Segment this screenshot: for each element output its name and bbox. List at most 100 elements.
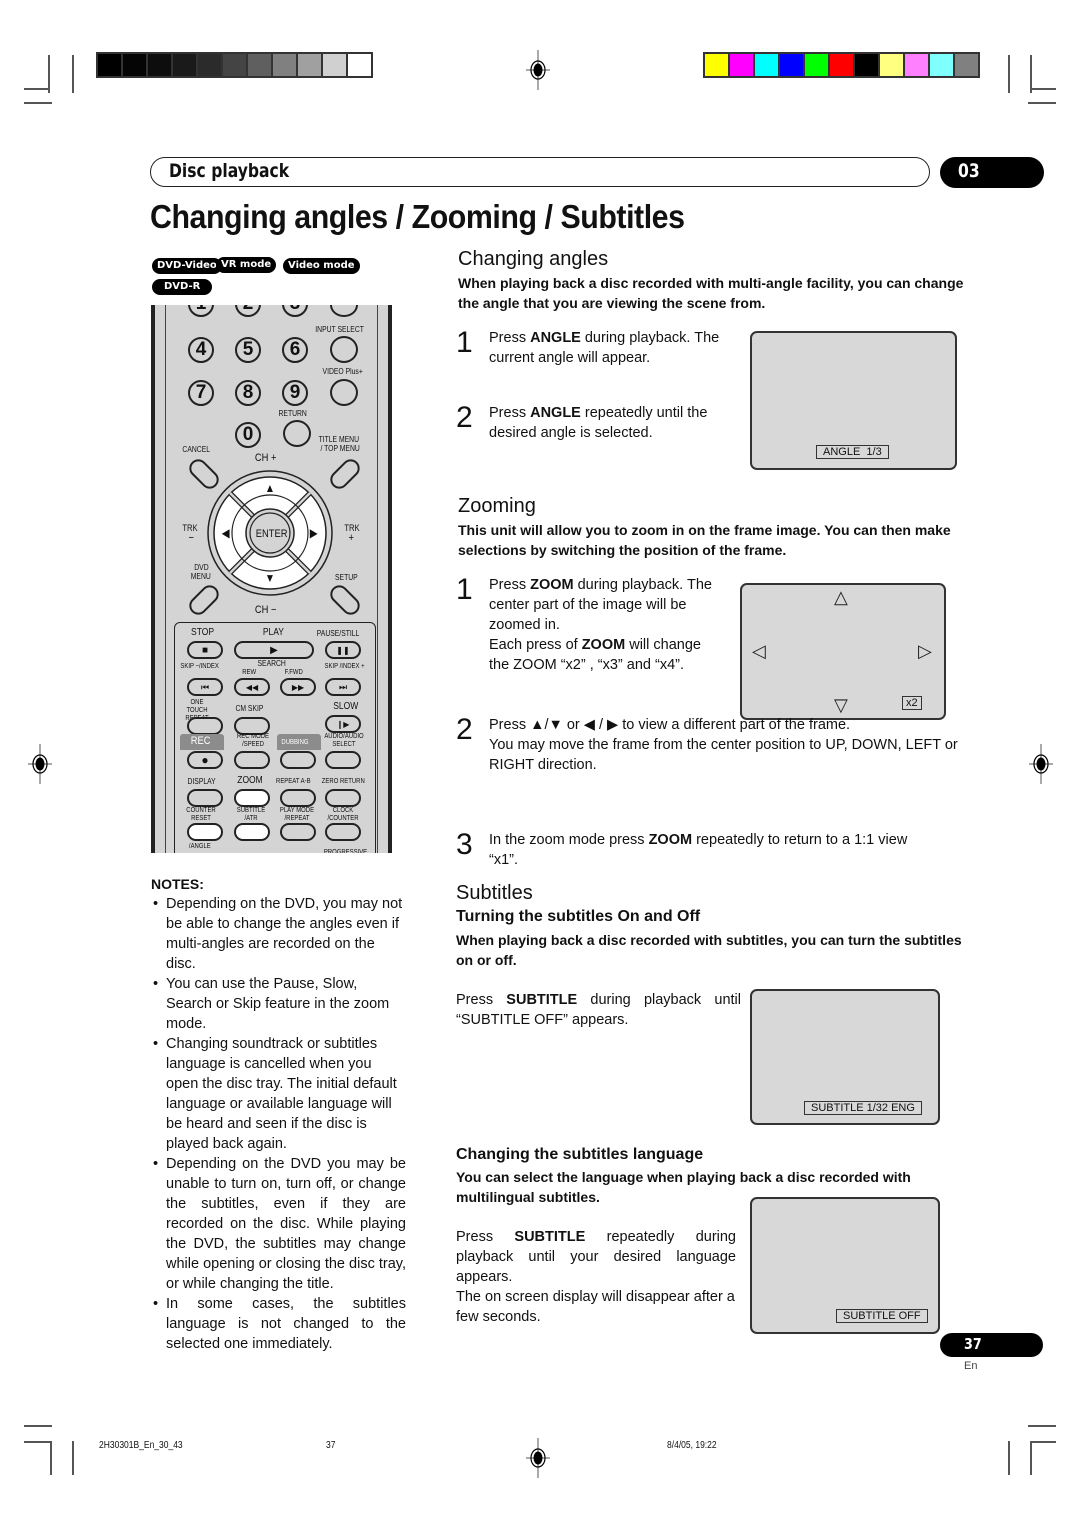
- skip-back-button[interactable]: ⏮: [187, 678, 223, 696]
- digit-0-button[interactable]: 0: [235, 422, 261, 448]
- rec-mode-button[interactable]: [234, 751, 270, 769]
- zooming-step-2: Press ▲/▼ or ◀ / ▶ to view a different p…: [489, 717, 958, 773]
- down-arrow-button[interactable]: ▼: [265, 572, 275, 584]
- color-swatch: [780, 54, 803, 76]
- input-select-button[interactable]: [330, 336, 358, 363]
- zero-return-button[interactable]: [325, 789, 361, 807]
- repeat-ab-button[interactable]: [280, 789, 316, 807]
- up-arrow-icon: ▲: [530, 717, 545, 733]
- registration-target-icon: [526, 1438, 550, 1478]
- play-mode-button[interactable]: [280, 823, 316, 841]
- subtitle-button[interactable]: [234, 823, 270, 841]
- left-arrow-button[interactable]: ◀: [222, 527, 230, 539]
- slow-label: SLOW: [333, 701, 359, 712]
- color-swatch: [705, 54, 728, 76]
- progressive-label: PROGRESSIVE: [323, 849, 368, 853]
- crop-mark: [24, 1425, 52, 1427]
- top-menu-label: / TOP MENU: [320, 444, 360, 453]
- subtitles-onoff-lead: When playing back a disc recorded with s…: [456, 932, 962, 968]
- step-number: 1: [456, 326, 473, 359]
- return-button[interactable]: [283, 420, 311, 447]
- pause-still-label: PAUSE/STILL: [316, 629, 360, 638]
- crop-mark: [24, 1441, 50, 1443]
- color-swatch: [755, 54, 778, 76]
- video-plus-button[interactable]: [330, 379, 358, 406]
- color-swatch: [730, 54, 753, 76]
- crop-mark: [24, 102, 52, 104]
- digit-6-button[interactable]: 6: [282, 337, 308, 363]
- crop-mark: [72, 55, 74, 93]
- audio-select-label: AUDIO/AUDIO SELECT: [324, 733, 364, 748]
- subtitle-osd-screen: SUBTITLE 1/32 ENG: [750, 989, 940, 1125]
- crop-mark: [72, 1441, 74, 1475]
- dvd-menu-label: DVD: [194, 563, 209, 572]
- skip-index-plus-label: SKIP /INDEX +: [324, 663, 365, 670]
- color-swatch: [273, 54, 296, 76]
- digit-7-button[interactable]: 7: [188, 380, 214, 406]
- subtitle-osd-label: SUBTITLE 1/32 ENG: [804, 1101, 922, 1115]
- chapter-badge: 03: [940, 157, 1044, 188]
- angles-step-2: Press ANGLE repeatedly until the desired…: [489, 405, 708, 441]
- zero-return-label: ZERO RETURN: [321, 778, 365, 785]
- angles-heading: Changing angles: [458, 248, 609, 270]
- video-plus-label: VIDEO Plus+: [322, 367, 363, 376]
- note-item: • Depending on the DVD you may be unable …: [153, 1156, 406, 1292]
- osd-left-arrow-icon: ◁: [752, 641, 766, 661]
- skip-forward-button[interactable]: ⏭: [325, 678, 361, 696]
- subtitle-atr-label: SUBTITLE /ATR: [236, 807, 266, 822]
- zoom-label: ZOOM: [237, 775, 263, 786]
- rew-label: REW: [242, 669, 257, 676]
- registration-target-icon: [28, 744, 52, 784]
- play-label: PLAY: [262, 627, 284, 638]
- slow-button[interactable]: ❙▶: [325, 715, 361, 733]
- zoom-button[interactable]: [234, 789, 270, 807]
- digit-8-button[interactable]: 8: [235, 380, 261, 406]
- color-swatch: [148, 54, 171, 76]
- rec-button[interactable]: ●: [187, 751, 223, 769]
- display-button[interactable]: [187, 789, 223, 807]
- digit-9-button[interactable]: 9: [282, 380, 308, 406]
- stop-button[interactable]: ■: [187, 641, 223, 659]
- left-arrow-icon: ◀: [583, 717, 595, 733]
- up-arrow-button[interactable]: ▲: [265, 482, 275, 494]
- counter-reset-label: COUNTER RESET: [186, 807, 216, 822]
- digit-4-button[interactable]: 4: [188, 337, 214, 363]
- badge-vr-mode: VR mode: [216, 257, 277, 273]
- step-number: 3: [456, 828, 473, 861]
- crop-mark: [50, 1441, 52, 1475]
- zoom-osd-screen: △ ▽ ◁ ▷ x2: [740, 583, 946, 720]
- color-swatch: [930, 54, 953, 76]
- subtitles-language-heading: Changing the subtitles language: [456, 1146, 704, 1163]
- footer-page: 37: [326, 1440, 336, 1451]
- rewind-button[interactable]: ◀◀: [234, 678, 270, 696]
- ch-minus-label: CH −: [254, 604, 277, 616]
- fast-forward-button[interactable]: ▶▶: [280, 678, 316, 696]
- color-swatch: [98, 54, 121, 76]
- crop-mark: [1028, 1425, 1056, 1427]
- color-swatch: [123, 54, 146, 76]
- enter-button[interactable]: ENTER: [256, 529, 288, 540]
- angle-button[interactable]: [187, 823, 223, 841]
- audio-select-button[interactable]: [325, 751, 361, 769]
- color-swatch: [198, 54, 221, 76]
- color-swatch: [298, 54, 321, 76]
- repeat-ab-label: REPEAT A-B: [276, 778, 311, 785]
- color-swatch: [855, 54, 878, 76]
- remote-control-illustration: 1 2 3 INPUT SELECT 4 5 6 VIDEO Plus+ 7 8…: [151, 305, 392, 853]
- pause-still-button[interactable]: ❚❚: [325, 641, 361, 659]
- footer-filename: 2H30301B_En_30_43: [99, 1440, 183, 1451]
- right-arrow-button[interactable]: ▶: [310, 527, 318, 539]
- color-swatch: [223, 54, 246, 76]
- note-item: • Depending on the DVD, you may not be ab…: [153, 896, 403, 972]
- registration-target-icon: [1029, 744, 1053, 784]
- clock-counter-button[interactable]: [325, 823, 361, 841]
- zooming-heading: Zooming: [458, 495, 536, 517]
- dubbing-button[interactable]: [280, 751, 316, 769]
- search-label: SEARCH: [257, 659, 286, 668]
- note-item: • Changing soundtrack or subtitles langua…: [153, 1036, 397, 1152]
- crop-mark: [1028, 102, 1056, 104]
- play-button[interactable]: ▶: [234, 641, 314, 659]
- language-code: En: [964, 1360, 978, 1372]
- one-touch-repeat-button[interactable]: [187, 717, 223, 735]
- digit-5-button[interactable]: 5: [235, 337, 261, 363]
